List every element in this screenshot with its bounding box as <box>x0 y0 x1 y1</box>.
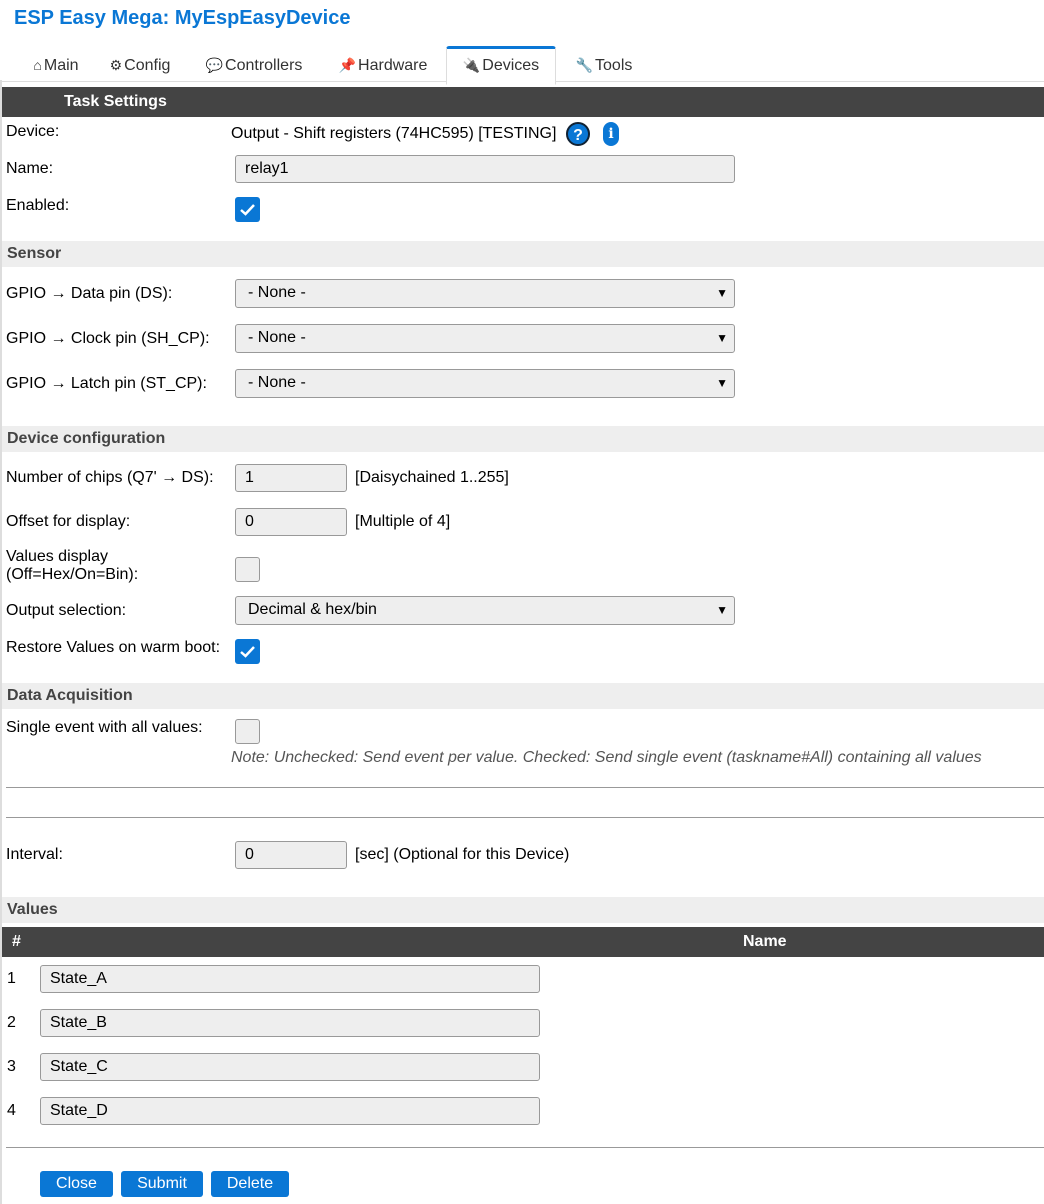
gpio-latch-label: GPIO → Latch pin (ST_CP): <box>6 375 207 392</box>
section-label: Data Acquisition <box>7 687 133 704</box>
label-line: (Off=Hex/On=Bin): <box>6 566 139 583</box>
pin-icon: 📌 <box>338 57 357 73</box>
data-acquisition-section-header: Data Acquisition <box>2 683 1044 709</box>
select-value: - None - <box>248 284 306 301</box>
tab-label: Main <box>43 57 79 74</box>
submit-button[interactable]: Submit <box>121 1171 203 1197</box>
single-event-note: Note: Unchecked: Send event per value. C… <box>231 749 982 766</box>
plug-icon: 🔌 <box>462 57 481 73</box>
info-icon[interactable]: i <box>603 122 619 146</box>
divider <box>6 817 1044 818</box>
name-label: Name: <box>6 160 54 177</box>
tab-main[interactable]: ⌂ Main <box>18 46 94 80</box>
house-icon: ⌂ <box>33 57 42 73</box>
enabled-checkbox[interactable] <box>235 197 260 222</box>
col-name-header: Name <box>743 933 787 950</box>
device-config-section-header: Device configuration <box>2 426 1044 452</box>
divider <box>6 1147 1044 1148</box>
check-icon <box>240 646 255 658</box>
single-event-label: Single event with all values: <box>6 719 203 736</box>
value-name-input[interactable]: State_D <box>40 1097 540 1125</box>
check-icon <box>240 204 255 216</box>
wrench-icon: 🔧 <box>575 57 594 73</box>
section-label: Sensor <box>7 245 62 262</box>
sensor-section-header: Sensor <box>2 241 1044 267</box>
chevron-down-icon: ▼ <box>716 603 728 617</box>
device-value: Output - Shift registers (74HC595) [TEST… <box>231 125 557 142</box>
tab-hardware[interactable]: 📌 Hardware <box>328 46 438 80</box>
values-display-checkbox[interactable] <box>235 557 260 582</box>
tab-label: Controllers <box>225 57 303 74</box>
section-label: Values <box>7 901 58 918</box>
offset-label: Offset for display: <box>6 513 131 530</box>
value-name-input[interactable]: State_A <box>40 965 540 993</box>
value-row-num: 2 <box>7 1014 16 1031</box>
interval-label: Interval: <box>6 846 63 863</box>
single-event-checkbox[interactable] <box>235 719 260 744</box>
restore-label: Restore Values on warm boot: <box>6 639 221 656</box>
restore-checkbox[interactable] <box>235 639 260 664</box>
tab-label: Devices <box>482 57 540 74</box>
value-row-num: 4 <box>7 1102 16 1119</box>
tab-label: Config <box>124 57 171 74</box>
device-label: Device: <box>6 123 60 140</box>
value-name-input[interactable]: State_B <box>40 1009 540 1037</box>
chips-input[interactable]: 1 <box>235 464 347 492</box>
tab-bar: ⌂ Main ⚙ Config 💬 Controllers 📌 Hardware 🔌 De… <box>0 42 1044 85</box>
page-title: ESP Easy Mega: MyEspEasyDevice <box>14 7 351 29</box>
tab-tools[interactable]: 🔧 Tools <box>566 46 642 80</box>
gpio-clock-label: GPIO → Clock pin (SH_CP): <box>6 330 210 347</box>
select-value: - None - <box>248 329 306 346</box>
gpio-latch-select[interactable]: - None - ▼ <box>235 369 735 398</box>
value-name-input[interactable]: State_C <box>40 1053 540 1081</box>
gpio-data-select[interactable]: - None - ▼ <box>235 279 735 308</box>
chat-icon: 💬 <box>205 57 224 73</box>
chips-hint: [Daisychained 1..255] <box>355 469 509 486</box>
section-label: Device configuration <box>7 430 166 447</box>
tab-controllers[interactable]: 💬 Controllers <box>196 46 312 80</box>
chevron-down-icon: ▼ <box>716 376 728 390</box>
value-row-num: 1 <box>7 970 16 987</box>
delete-button[interactable]: Delete <box>211 1171 289 1197</box>
interval-input[interactable]: 0 <box>235 841 347 869</box>
offset-hint: [Multiple of 4] <box>355 513 451 530</box>
select-value: Decimal & hex/bin <box>248 601 377 618</box>
values-section-header: Values <box>2 897 1044 923</box>
label-line: Values display <box>6 548 108 565</box>
help-icon[interactable]: ? <box>566 122 590 146</box>
gpio-clock-select[interactable]: - None - ▼ <box>235 324 735 353</box>
values-display-label: Values display (Off=Hex/On=Bin): <box>6 548 138 584</box>
tab-devices[interactable]: 🔌 Devices <box>446 46 556 85</box>
close-button[interactable]: Close <box>40 1171 113 1197</box>
offset-input[interactable]: 0 <box>235 508 347 536</box>
task-settings-header: Task Settings <box>2 87 1044 117</box>
tab-label: Tools <box>595 57 633 74</box>
tab-config[interactable]: ⚙ Config <box>100 46 180 80</box>
chevron-down-icon: ▼ <box>716 286 728 300</box>
interval-hint: [sec] (Optional for this Device) <box>355 846 570 863</box>
gpio-data-label: GPIO → Data pin (DS): <box>6 285 173 302</box>
output-selection-select[interactable]: Decimal & hex/bin ▼ <box>235 596 735 625</box>
gear-icon: ⚙ <box>109 57 123 73</box>
value-row-num: 3 <box>7 1058 16 1075</box>
divider <box>6 787 1044 788</box>
header-label: Task Settings <box>64 93 167 110</box>
chips-label: Number of chips (Q7' → DS): <box>6 469 214 486</box>
select-value: - None - <box>248 374 306 391</box>
tab-label: Hardware <box>358 57 428 74</box>
enabled-label: Enabled: <box>6 197 70 214</box>
name-input[interactable]: relay1 <box>235 155 735 183</box>
chevron-down-icon: ▼ <box>716 331 728 345</box>
col-num-header: # <box>12 933 21 950</box>
output-selection-label: Output selection: <box>6 602 127 619</box>
values-table-header: # Name <box>2 927 1044 957</box>
